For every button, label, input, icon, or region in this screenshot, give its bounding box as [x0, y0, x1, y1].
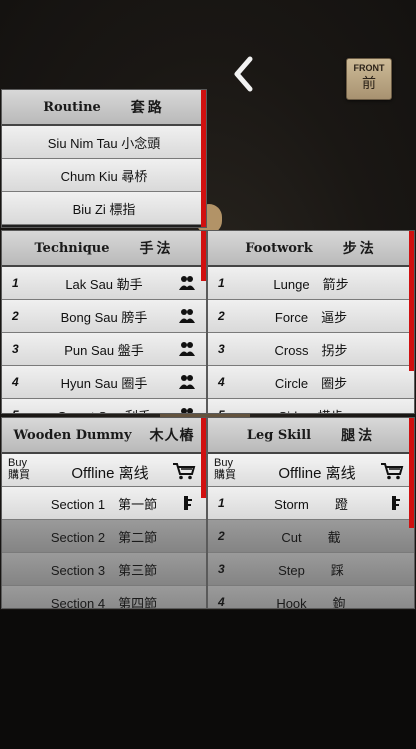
dummy-section-item[interactable]: Section 2 第二節	[2, 520, 206, 553]
cart-icon	[381, 463, 404, 480]
buy-label-en: Buy	[214, 457, 233, 469]
leg-skill-panel: Leg Skill 腿法 Buy 購買 Offline 离线 1 Storm 蹬…	[207, 417, 415, 609]
buy-offline-button[interactable]: Buy 購買 Offline 离线	[2, 454, 206, 487]
partners-icon	[179, 342, 195, 356]
technique-header: Technique 手法	[2, 231, 206, 267]
partners-icon	[179, 276, 195, 290]
technique-item[interactable]: 4 Hyun Sau 圈手	[2, 366, 206, 399]
technique-item[interactable]: 1 Lak Sau 勒手	[2, 267, 206, 300]
scroll-indicator[interactable]	[201, 90, 206, 227]
partners-icon	[181, 408, 193, 413]
footwork-header: Footwork 步法	[208, 231, 414, 267]
scroll-indicator[interactable]	[409, 418, 414, 528]
leg-header: Leg Skill 腿法	[208, 418, 414, 454]
partners-icon	[179, 309, 195, 323]
footwork-item[interactable]: 4 Circle 圈步	[208, 366, 414, 399]
wooden-dummy-panel: Wooden Dummy 木人樁 Buy 購買 Offline 离线 Secti…	[1, 417, 207, 609]
buy-offline-button[interactable]: Buy 購買 Offline 离线	[208, 454, 414, 487]
leg-skill-item[interactable]: 4 Hook 鉤	[208, 586, 414, 608]
technique-item[interactable]: 3 Pun Sau 盤手	[2, 333, 206, 366]
dummy-section-item[interactable]: Section 3 第三節	[2, 553, 206, 586]
technique-item[interactable]: 5 Gwaat Sau 刮手	[2, 399, 206, 413]
routine-panel: Routine 套路 Siu Nim Tau 小念頭 Chum Kiu 尋桥 B…	[1, 89, 207, 228]
leg-skill-item[interactable]: 3 Step 踩	[208, 553, 414, 586]
footwork-title-en: Footwork	[245, 240, 313, 256]
routine-item[interactable]: Siu Nim Tau 小念頭	[2, 126, 206, 159]
dummy-title-en: Wooden Dummy	[13, 427, 132, 443]
partners-icon	[179, 375, 195, 389]
chevron-left-icon	[234, 56, 253, 92]
footwork-item[interactable]: 5 Side 横步	[208, 399, 414, 413]
technique-title-zh: 手法	[139, 241, 174, 257]
dummy-title-zh: 木人樁	[149, 428, 195, 444]
technique-title-en: Technique	[34, 240, 110, 256]
footwork-item[interactable]: 2 Force 逼步	[208, 300, 414, 333]
leg-title-zh: 腿法	[341, 428, 376, 444]
technique-item[interactable]: 2 Bong Sau 膀手	[2, 300, 206, 333]
routine-header: Routine 套路	[2, 90, 206, 126]
front-label-en: FRONT	[353, 63, 385, 73]
front-view-button[interactable]: FRONT 前	[346, 58, 392, 100]
buy-label-zh: 購買	[214, 469, 236, 481]
bottom-area	[0, 610, 416, 749]
front-label-zh: 前	[362, 76, 376, 92]
routine-item[interactable]: Chum Kiu 尋桥	[2, 159, 206, 192]
footwork-title-zh: 步法	[342, 241, 377, 257]
scroll-indicator[interactable]	[409, 231, 414, 371]
scroll-indicator[interactable]	[201, 418, 206, 498]
dummy-header: Wooden Dummy 木人樁	[2, 418, 206, 454]
routine-item[interactable]: Biu Zi 標指	[2, 192, 206, 225]
cart-icon	[173, 463, 196, 480]
buy-label-zh: 購買	[8, 469, 30, 481]
routine-title-zh: 套路	[130, 100, 165, 116]
footwork-panel: Footwork 步法 1 Lunge 箭步 2 Force 逼步 3 Cros…	[207, 230, 415, 414]
buy-label-en: Buy	[8, 457, 27, 469]
footwork-item[interactable]: 1 Lunge 箭步	[208, 267, 414, 300]
back-button[interactable]	[228, 54, 260, 94]
dummy-section-item[interactable]: Section 1 第一節	[2, 487, 206, 520]
leg-skill-item[interactable]: 2 Cut 截	[208, 520, 414, 553]
leg-skill-item[interactable]: 1 Storm 蹬	[208, 487, 414, 520]
dummy-icon	[184, 496, 192, 510]
offline-label: Offline 离线	[278, 465, 356, 482]
dummy-section-item[interactable]: Section 4 第四節	[2, 586, 206, 608]
routine-title-en: Routine	[43, 99, 101, 115]
offline-label: Offline 离线	[71, 465, 149, 482]
scroll-indicator[interactable]	[201, 231, 206, 281]
leg-title-en: Leg Skill	[246, 427, 312, 443]
dummy-icon	[392, 496, 400, 510]
footwork-item[interactable]: 3 Cross 拐步	[208, 333, 414, 366]
technique-panel: Technique 手法 1 Lak Sau 勒手 2 Bong Sau 膀手 …	[1, 230, 207, 414]
